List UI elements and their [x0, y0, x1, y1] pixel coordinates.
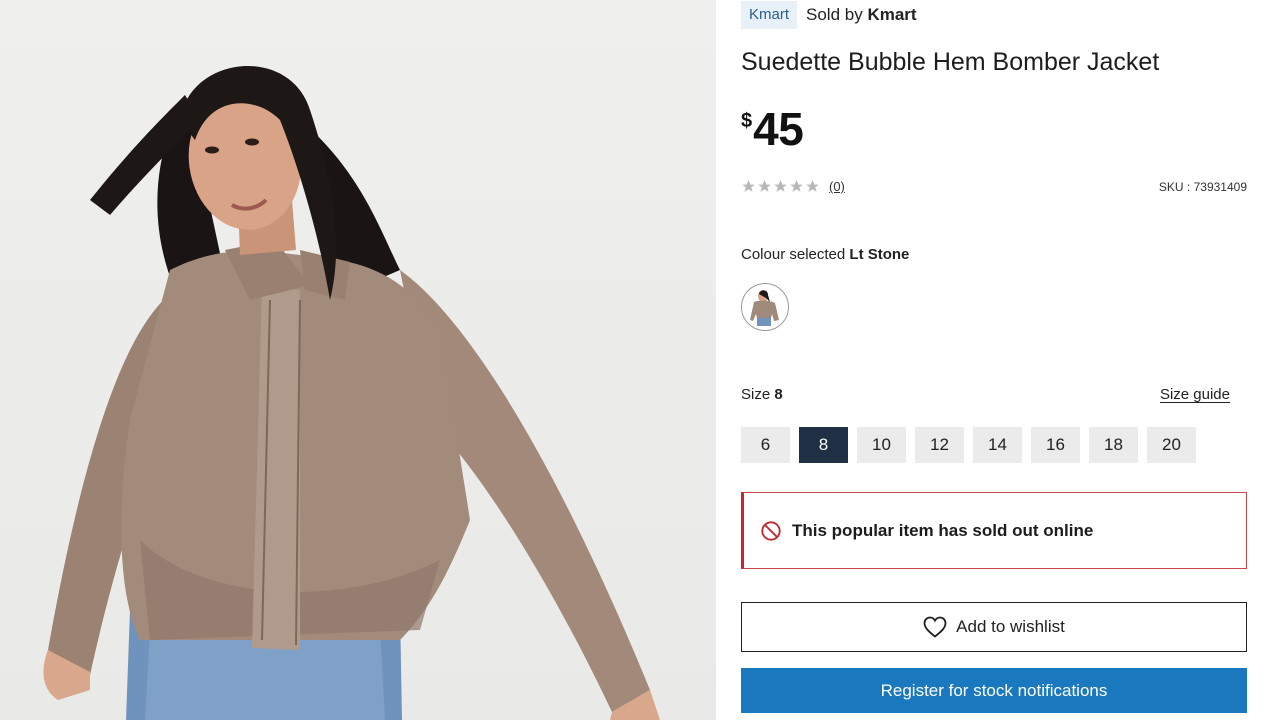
- size-option-10[interactable]: 10: [857, 427, 906, 463]
- size-selector: 6 8 10 12 14 16 18 20: [741, 427, 1205, 463]
- colour-label-text: Colour selected: [741, 246, 846, 263]
- colour-selected-label: Colour selected Lt Stone: [741, 246, 909, 263]
- colour-value: Lt Stone: [849, 246, 910, 263]
- size-option-8[interactable]: 8: [799, 427, 848, 463]
- star-rating: [741, 179, 820, 194]
- review-count-link[interactable]: (0): [829, 179, 845, 194]
- sold-out-message: This popular item has sold out online: [792, 520, 1094, 540]
- product-title: Suedette Bubble Hem Bomber Jacket: [741, 48, 1160, 76]
- colour-swatch-lt-stone[interactable]: [741, 283, 789, 331]
- sold-by-text: Sold by Kmart: [806, 5, 917, 25]
- size-guide-link[interactable]: Size guide: [1160, 386, 1230, 403]
- jacket-thumbnail-icon: [750, 290, 779, 326]
- add-to-wishlist-button[interactable]: Add to wishlist: [741, 602, 1247, 652]
- size-label: Size 8: [741, 386, 783, 403]
- price-currency: $: [741, 110, 753, 132]
- register-stock-notifications-button[interactable]: Register for stock notifications: [741, 668, 1247, 713]
- size-option-12[interactable]: 12: [915, 427, 964, 463]
- size-option-16[interactable]: 16: [1031, 427, 1080, 463]
- size-option-18[interactable]: 18: [1089, 427, 1138, 463]
- sku-text: SKU : 73931409: [1158, 180, 1247, 194]
- model-wearing-jacket-illustration: [43, 65, 660, 720]
- heart-icon: [923, 616, 947, 638]
- no-entry-icon: [761, 520, 781, 541]
- star-icon: [774, 180, 787, 192]
- rating: (0): [741, 179, 845, 194]
- seller-info: Kmart Sold by Kmart: [741, 0, 917, 30]
- sold-out-alert: This popular item has sold out online: [741, 492, 1247, 569]
- sold-by-prefix: Sold by: [806, 5, 863, 24]
- wishlist-label: Add to wishlist: [956, 617, 1065, 636]
- size-option-14[interactable]: 14: [973, 427, 1022, 463]
- size-label-text: Size: [741, 386, 771, 403]
- product-details-panel: Kmart Sold by Kmart Suedette Bubble Hem …: [741, 0, 1247, 720]
- star-icon: [806, 180, 819, 192]
- selected-size-value: 8: [774, 386, 783, 403]
- seller-badge[interactable]: Kmart: [741, 1, 798, 29]
- product-price: $ 45: [741, 103, 804, 155]
- price-amount: 45: [753, 103, 804, 155]
- star-icon: [742, 180, 755, 192]
- star-icon: [758, 180, 771, 192]
- product-image[interactable]: [0, 0, 716, 720]
- size-option-6[interactable]: 6: [741, 427, 790, 463]
- seller-name: Kmart: [867, 5, 917, 24]
- size-option-20[interactable]: 20: [1147, 427, 1196, 463]
- star-icon: [790, 180, 803, 192]
